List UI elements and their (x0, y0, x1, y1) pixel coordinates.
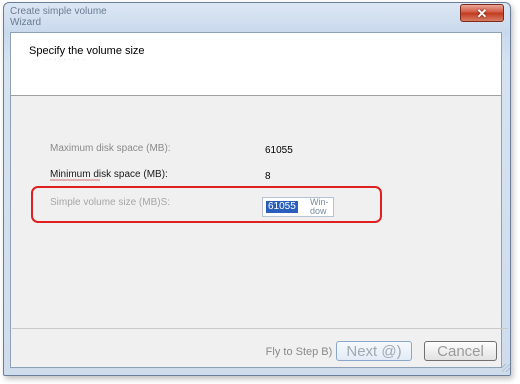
page-subtitle: · · · · · · · · · (45, 57, 85, 63)
window-title: Create simple volume Wizard (10, 6, 107, 28)
page-title: Specify the volume size (29, 45, 145, 57)
max-disk-space-value: 61055 (265, 145, 293, 156)
resize-grip-icon[interactable] (502, 364, 510, 372)
max-disk-space-label: Maximum disk space (MB): (50, 143, 171, 154)
close-button[interactable]: ✕ (460, 4, 504, 22)
next-button[interactable]: Next @) (336, 341, 412, 361)
cancel-button[interactable]: Cancel (424, 341, 497, 361)
back-button[interactable]: Fly to Step B) (262, 343, 336, 361)
volume-size-value[interactable]: 61055 (266, 201, 298, 213)
volume-size-spinner[interactable]: Win-dow (310, 198, 334, 216)
title-bar[interactable]: Create simple volume Wizard ✕ (4, 3, 510, 33)
volume-size-label: Simple volume size (MB)S: (50, 197, 171, 208)
label-underline-mark (50, 179, 100, 181)
min-disk-space-value: 8 (265, 171, 271, 182)
close-icon: ✕ (476, 5, 488, 21)
button-separator (12, 328, 508, 329)
volume-size-input[interactable]: 61055 Win-dow (262, 197, 334, 217)
wizard-header: Specify the volume size · · · · · · · · … (11, 33, 501, 96)
